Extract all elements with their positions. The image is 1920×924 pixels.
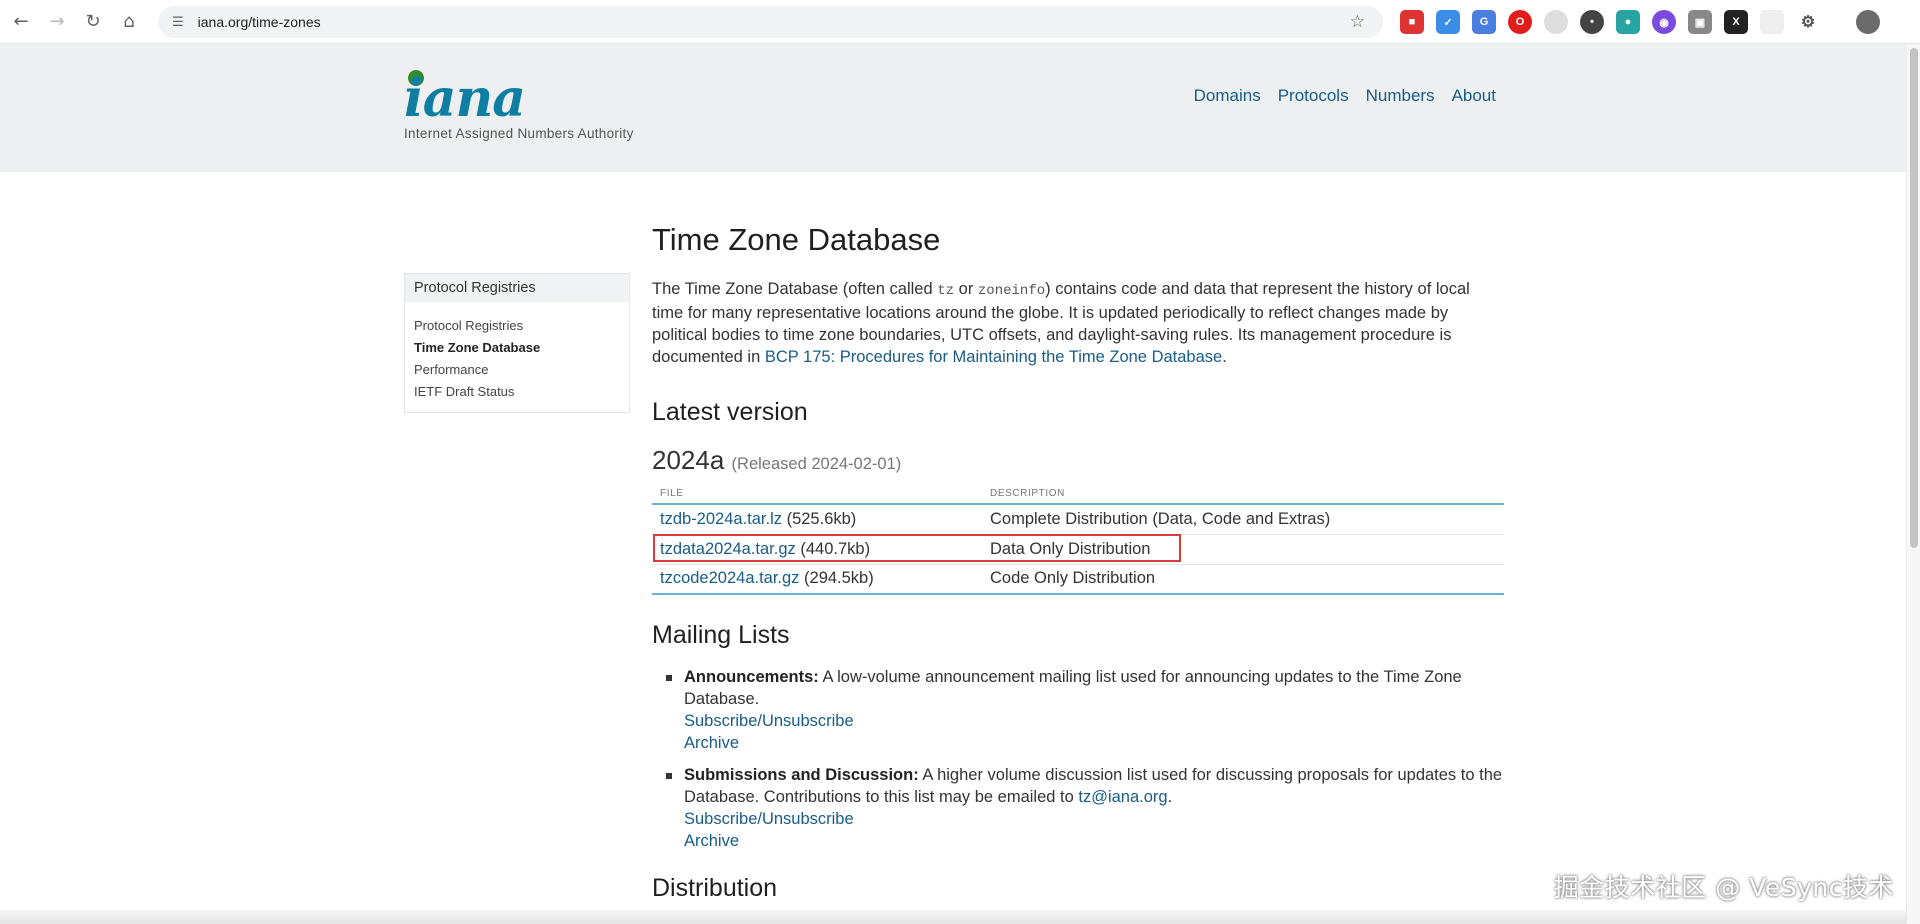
bookmark-star-icon[interactable]: ☆ (1350, 12, 1365, 32)
logo-wordmark: iana (404, 68, 526, 129)
intro-text: The Time Zone Database (often called (652, 280, 938, 298)
nav-numbers[interactable]: Numbers (1366, 86, 1435, 106)
archive-link[interactable]: Archive (684, 832, 739, 850)
extension-icon[interactable]: • (1580, 10, 1604, 34)
extensions-bar: ■ ✓ G O • ● ◉ ▣ X ⚙ (1400, 10, 1880, 34)
column-header-description: DESCRIPTION (982, 488, 1504, 505)
back-arrow-icon[interactable]: ← (6, 7, 36, 37)
file-cell: tzdata2024a.tar.gz (440.7kb) (652, 534, 982, 565)
file-cell: tzcode2024a.tar.gz (294.5kb) (652, 564, 982, 595)
list-item: Submissions and Discussion: A higher vol… (652, 764, 1504, 852)
file-size: (294.5kb) (799, 569, 874, 588)
table-row: tzcode2024a.tar.gz (294.5kb) Code Only D… (652, 564, 1504, 595)
sidebar-item-protocol-registries[interactable]: Protocol Registries (414, 315, 620, 337)
mailing-lists-heading: Mailing Lists (652, 621, 790, 649)
x-icon[interactable]: X (1724, 10, 1748, 34)
url-text[interactable]: iana.org/time-zones (198, 14, 321, 30)
bcp175-link[interactable]: BCP 175: Procedures for Maintaining the … (765, 348, 1222, 366)
version-line: 2024a (Released 2024-02-01) (652, 445, 1504, 476)
bottom-edge (0, 910, 1906, 924)
description-cell: Code Only Distribution (982, 564, 1504, 595)
column-header-file: FILE (652, 488, 982, 505)
forward-arrow-icon[interactable]: → (42, 7, 72, 37)
sidebar-item-ietf-draft-status[interactable]: IETF Draft Status (414, 381, 620, 403)
subscribe-link[interactable]: Subscribe/Unsubscribe (684, 810, 854, 828)
mailing-title: Submissions and Discussion: (684, 766, 919, 784)
logo-subtitle: Internet Assigned Numbers Authority (404, 126, 634, 141)
file-link[interactable]: tzdb-2024a.tar.lz (660, 510, 782, 528)
extension-icon[interactable]: ◉ (1652, 10, 1676, 34)
intro-text: or (954, 280, 978, 298)
extension-icon[interactable]: ▣ (1688, 10, 1712, 34)
nav-domains[interactable]: Domains (1194, 86, 1261, 106)
intro-text: . (1222, 348, 1227, 366)
files-table: FILE DESCRIPTION tzdb-2024a.tar.lz (525.… (652, 488, 1504, 595)
description-cell: Data Only Distribution (982, 534, 1504, 565)
code-zoneinfo: zoneinfo (977, 283, 1046, 299)
release-date: (Released 2024-02-01) (731, 455, 902, 473)
scrollbar[interactable] (1906, 44, 1920, 924)
sidebar-title: Protocol Registries (405, 274, 629, 302)
site-header (0, 44, 1906, 172)
table-row: tzdata2024a.tar.gz (440.7kb) Data Only D… (652, 534, 1504, 565)
table-row: tzdb-2024a.tar.lz (525.6kb) Complete Dis… (652, 504, 1504, 535)
mailing-title: Announcements: (684, 668, 819, 686)
version-number: 2024a (652, 445, 725, 475)
watermark: 掘金技术社区 @ VeSync技术 (1553, 873, 1894, 902)
top-nav: Domains Protocols Numbers About (1194, 86, 1496, 106)
extension-icon[interactable]: ✓ (1436, 10, 1460, 34)
latest-version-heading: Latest version (652, 398, 808, 426)
extension-icon[interactable]: ● (1616, 10, 1640, 34)
file-cell: tzdb-2024a.tar.lz (525.6kb) (652, 504, 982, 535)
mailing-description-end: . (1167, 788, 1173, 806)
intro-paragraph: The Time Zone Database (often called tz … (652, 278, 1504, 368)
list-item: Announcements: A low-volume announcement… (652, 666, 1504, 754)
sidebar: Protocol Registries Protocol Registries … (404, 273, 630, 413)
mailing-list: Announcements: A low-volume announcement… (652, 666, 1504, 852)
file-size: (525.6kb) (782, 509, 857, 528)
main-content: Time Zone Database The Time Zone Databas… (652, 222, 1504, 921)
subscribe-link[interactable]: Subscribe/Unsubscribe (684, 712, 854, 730)
file-link[interactable]: tzdata2024a.tar.gz (660, 540, 796, 558)
description-cell: Complete Distribution (Data, Code and Ex… (982, 504, 1504, 535)
extension-icon[interactable] (1760, 10, 1784, 34)
email-link[interactable]: tz@iana.org (1078, 788, 1167, 806)
sidebar-item-time-zone-database[interactable]: Time Zone Database (414, 337, 620, 359)
page-title: Time Zone Database (652, 222, 941, 257)
archive-link[interactable]: Archive (684, 734, 739, 752)
file-link[interactable]: tzcode2024a.tar.gz (660, 569, 799, 587)
translate-icon[interactable]: G (1472, 10, 1496, 34)
browser-toolbar: ← → ↻ ⌂ ☰ iana.org/time-zones ☆ ■ ✓ G O … (0, 0, 1920, 44)
iana-logo[interactable]: iana Internet Assigned Numbers Authority (404, 68, 633, 146)
puzzle-icon[interactable]: ⚙ (1796, 10, 1820, 34)
distribution-heading: Distribution (652, 874, 778, 902)
sidebar-item-performance[interactable]: Performance (414, 359, 620, 381)
file-size: (440.7kb) (795, 539, 871, 558)
code-tz: tz (937, 283, 955, 299)
site-settings-icon[interactable]: ☰ (172, 15, 184, 30)
home-icon[interactable]: ⌂ (114, 7, 144, 37)
avatar[interactable] (1856, 10, 1880, 34)
reload-icon[interactable]: ↻ (78, 7, 108, 37)
nav-about[interactable]: About (1452, 86, 1496, 106)
address-bar[interactable]: ☰ iana.org/time-zones ☆ (158, 6, 1383, 38)
extension-icon[interactable] (1544, 10, 1568, 34)
extension-icon[interactable]: ■ (1400, 10, 1424, 34)
extension-icon[interactable]: O (1508, 10, 1532, 34)
scrollbar-thumb[interactable] (1910, 48, 1918, 548)
nav-protocols[interactable]: Protocols (1278, 86, 1349, 106)
